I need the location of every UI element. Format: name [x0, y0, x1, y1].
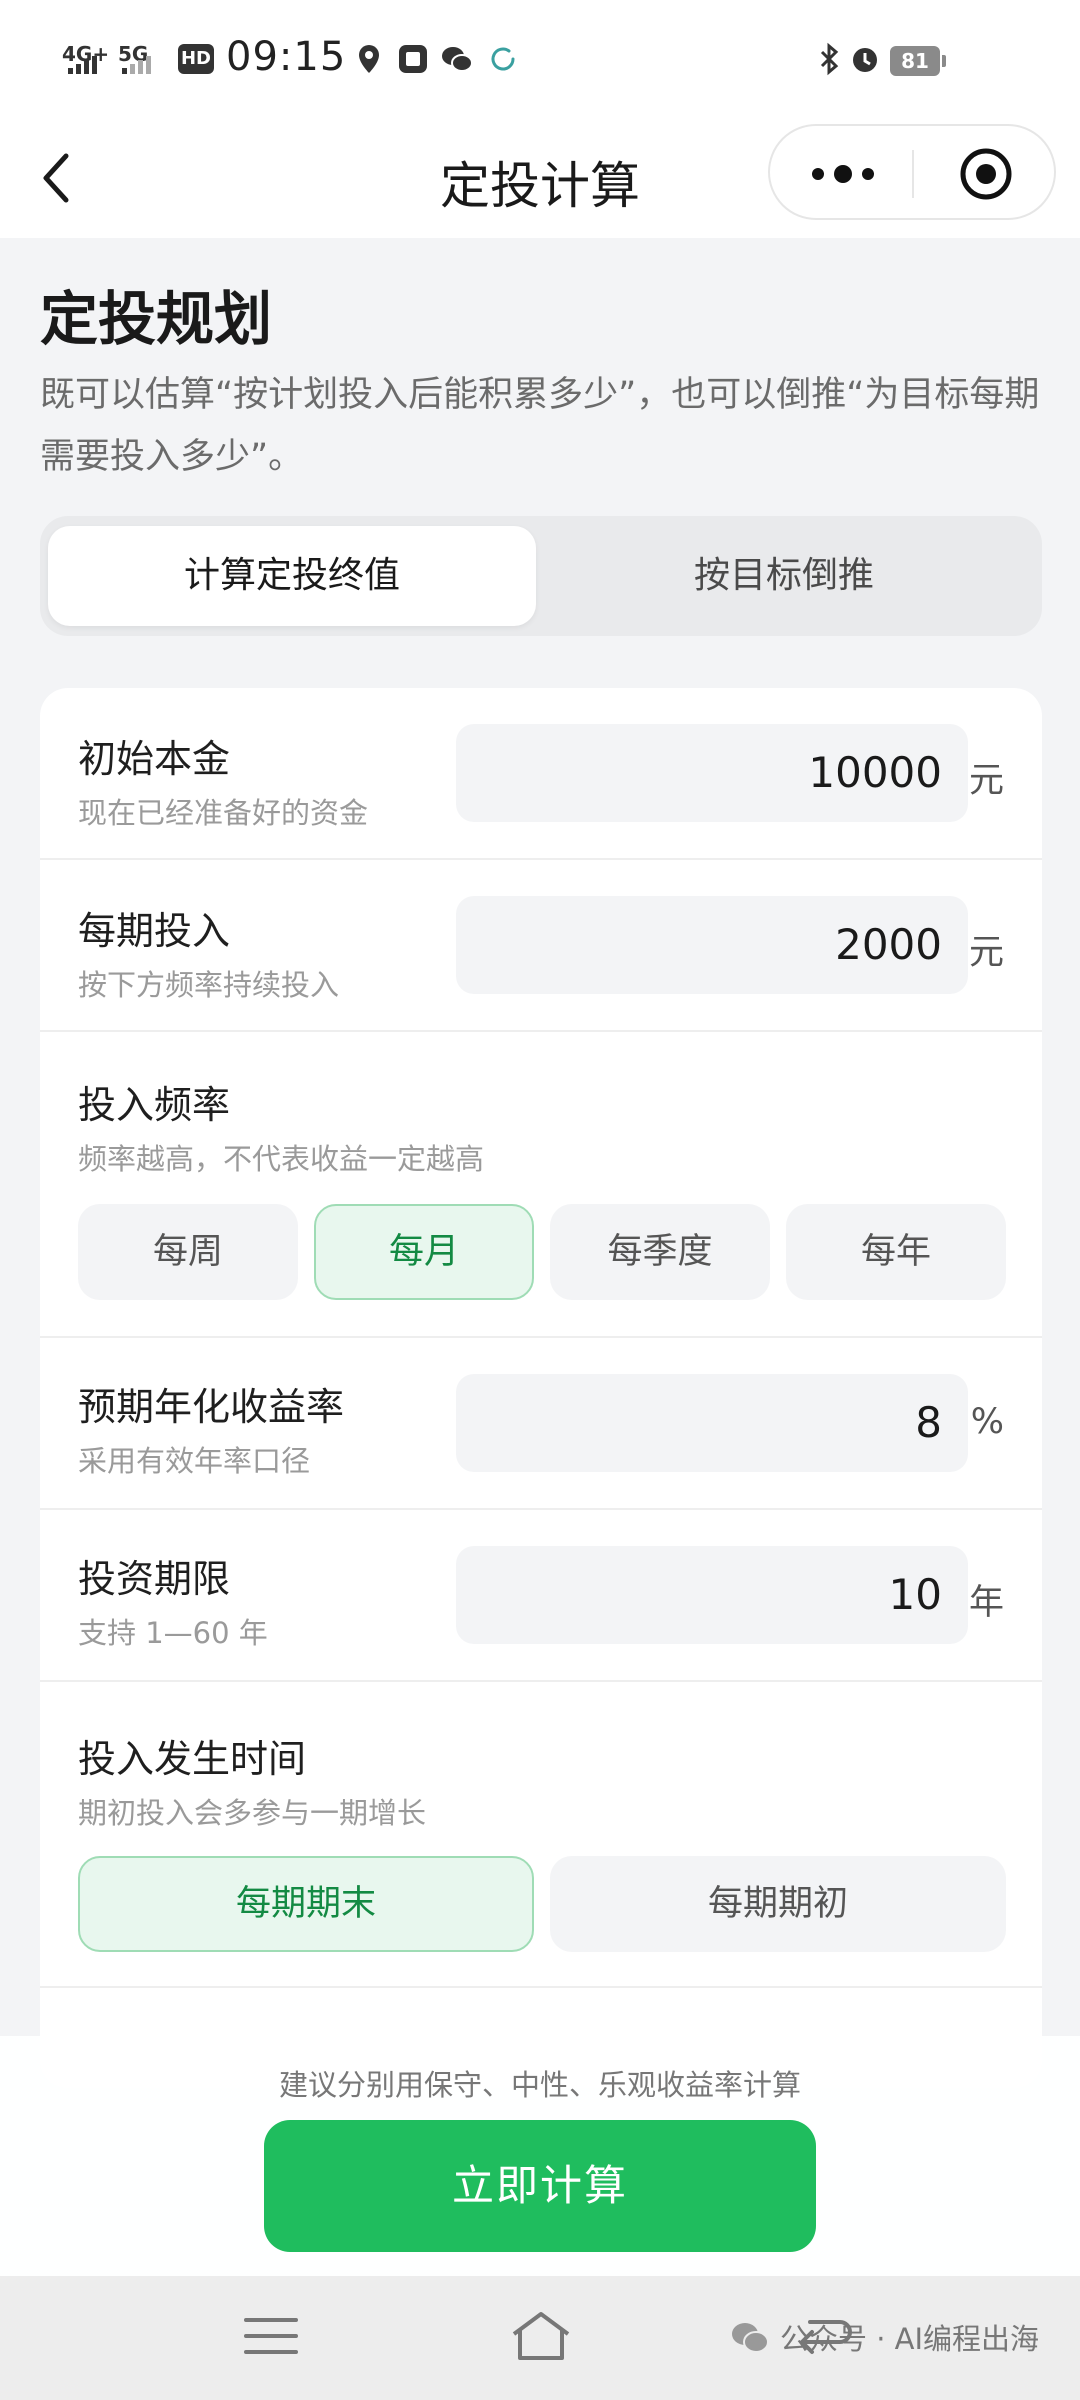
taobao-icon [399, 45, 427, 73]
periodic-sub: 按下方频率持续投入 [78, 968, 340, 1002]
frequency-option-yearly[interactable]: 每年 [786, 1204, 1006, 1300]
calculate-button[interactable]: 立即计算 [264, 2120, 816, 2252]
tab-reverse-target[interactable]: 按目标倒推 [540, 526, 1028, 626]
principal-label: 初始本金 [78, 737, 231, 781]
rate-input[interactable]: 8 [456, 1374, 968, 1472]
periodic-row: 每期投入 按下方频率持续投入 2000 元 [40, 860, 1042, 1032]
section-description: 既可以估算“按计划投入后能积累多少”，也可以倒推“为目标每期需要投入多少”。 [40, 375, 1040, 477]
more-dots-icon[interactable] [808, 156, 878, 192]
principal-row: 初始本金 现在已经准备好的资金 10000 元 [40, 688, 1042, 860]
menu-icon[interactable] [236, 2304, 306, 2368]
section-title: 定投规划 [40, 285, 273, 353]
signal-bars-icon-2 [122, 56, 151, 74]
rate-sub: 采用有效年率口径 [78, 1444, 311, 1478]
watermark: 公众号 · AI编程出海 [730, 2316, 1039, 2358]
alarm-icon [853, 48, 877, 72]
term-sub: 支持 1—60 年 [78, 1616, 268, 1650]
watermark-text: 公众号 · AI编程出海 [780, 2322, 1040, 2356]
signal-bars-icon [68, 56, 97, 74]
timing-row: 投入发生时间 期初投入会多参与一期增长 每期期末 每期期初 [40, 1682, 1042, 1988]
status-bar: 4G+ 5G HD 09:15 81 [0, 0, 1080, 120]
loading-icon [491, 47, 515, 71]
term-input[interactable]: 10 [456, 1546, 968, 1644]
frequency-option-monthly[interactable]: 每月 [314, 1204, 534, 1300]
clock-time: 09:15 [226, 34, 347, 80]
frequency-label: 投入频率 [78, 1083, 231, 1127]
calculation-hint: 建议分别用保守、中性、乐观收益率计算 [278, 2068, 801, 2102]
nav-bar: 定投计算 [0, 120, 1080, 238]
capsule-divider [912, 150, 914, 198]
wechat-icon [442, 47, 473, 72]
rate-unit: % [970, 1402, 1004, 1442]
bottom-action-sheet: 建议分别用保守、中性、乐观收益率计算 立即计算 [0, 2036, 1080, 2276]
location-icon [359, 45, 379, 73]
form-card: 初始本金 现在已经准备好的资金 10000 元 每期投入 按下方频率持续投入 2… [40, 688, 1042, 2088]
periodic-input[interactable]: 2000 [456, 896, 968, 994]
timing-option-end[interactable]: 每期期末 [78, 1856, 534, 1952]
term-label: 投资期限 [78, 1557, 231, 1601]
term-row: 投资期限 支持 1—60 年 10 年 [40, 1510, 1042, 1682]
home-icon[interactable] [506, 2304, 576, 2368]
rate-label: 预期年化收益率 [78, 1385, 345, 1429]
timing-sub: 期初投入会多参与一期增长 [78, 1796, 427, 1830]
mode-segmented-control: 计算定投终值 按目标倒推 [40, 516, 1042, 636]
hd-badge: HD [178, 44, 214, 74]
frequency-row: 投入频率 频率越高，不代表收益一定越高 每周 每月 每季度 每年 [40, 1032, 1042, 1338]
system-navigation-bar: 公众号 · AI编程出海 [0, 2276, 1080, 2400]
frequency-option-quarterly[interactable]: 每季度 [550, 1204, 770, 1300]
timing-label: 投入发生时间 [78, 1737, 307, 1781]
bluetooth-icon [820, 42, 839, 76]
principal-unit: 元 [968, 761, 1004, 801]
frequency-option-weekly[interactable]: 每周 [78, 1204, 298, 1300]
periodic-unit: 元 [968, 933, 1004, 973]
tab-future-value[interactable]: 计算定投终值 [48, 526, 536, 626]
rate-row: 预期年化收益率 采用有效年率口径 8 % [40, 1338, 1042, 1510]
mini-program-capsule [768, 124, 1056, 220]
principal-input[interactable]: 10000 [456, 724, 968, 822]
term-unit: 年 [968, 1583, 1004, 1623]
battery-indicator: 81 [890, 46, 946, 76]
principal-sub: 现在已经准备好的资金 [78, 796, 369, 830]
target-close-icon[interactable] [958, 146, 1014, 202]
frequency-sub: 频率越高，不代表收益一定越高 [78, 1142, 485, 1176]
periodic-label: 每期投入 [78, 909, 231, 953]
timing-option-start[interactable]: 每期期初 [550, 1856, 1006, 1952]
wechat-icon [732, 2323, 769, 2353]
